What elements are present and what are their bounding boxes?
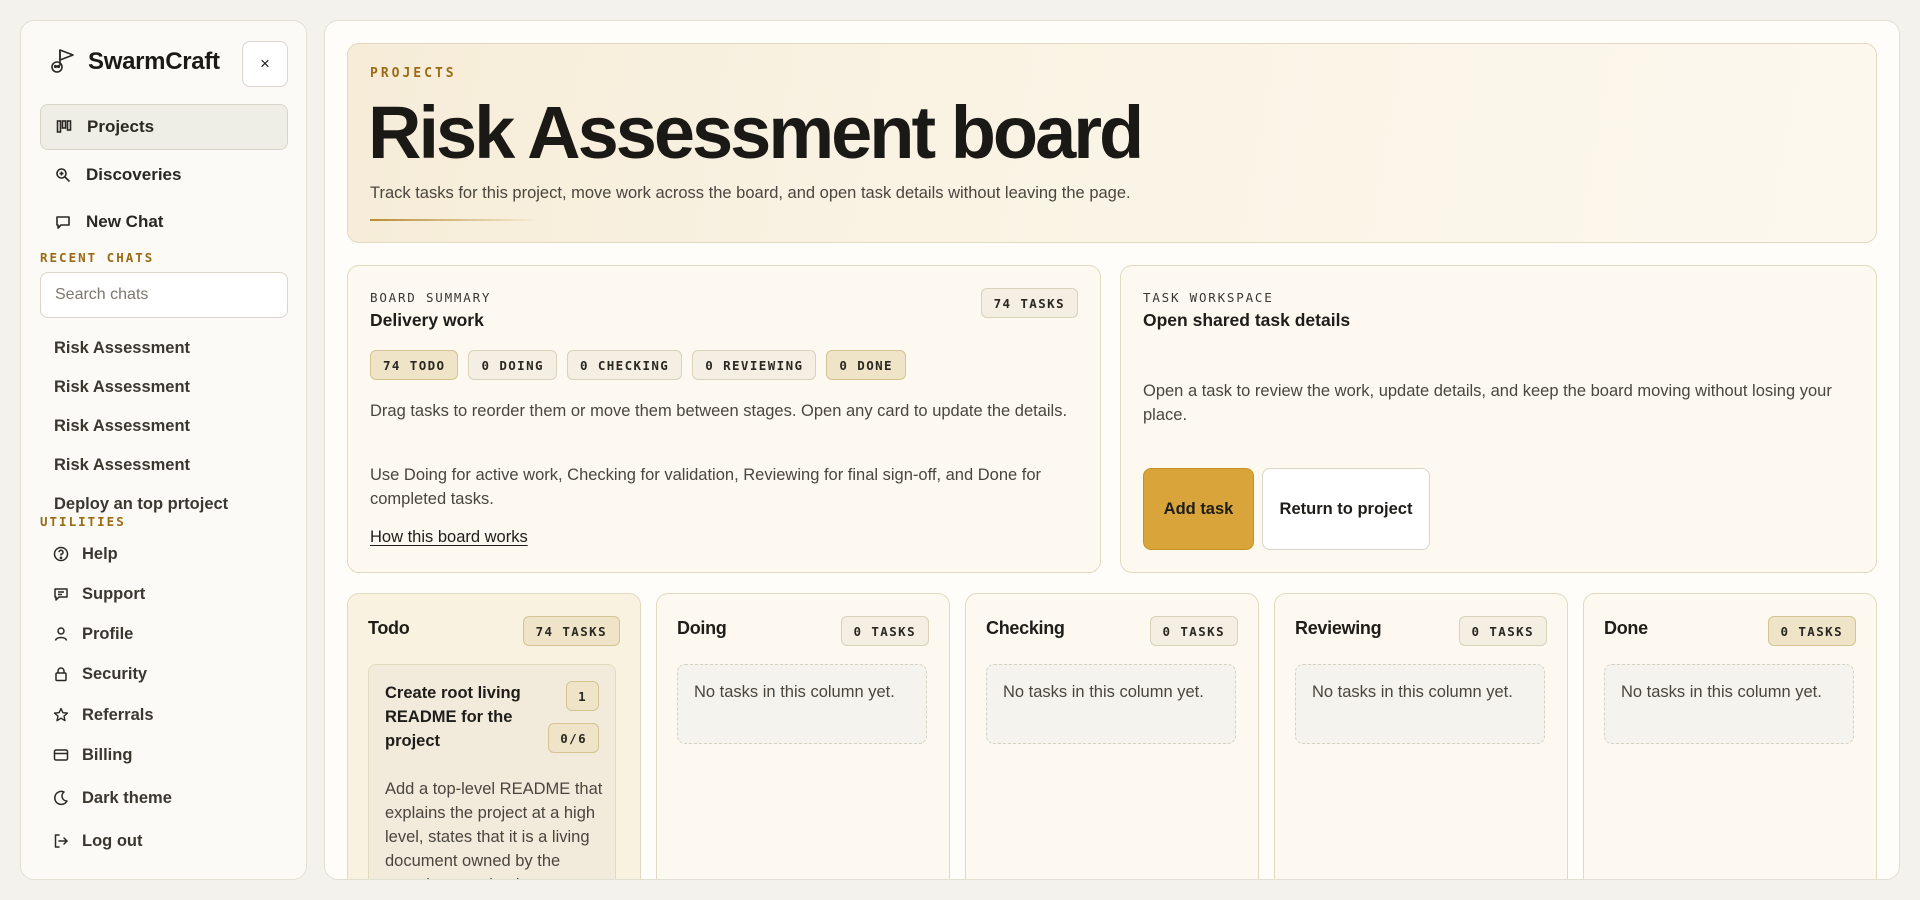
task-card[interactable]: Create root living README for the projec…	[368, 664, 616, 879]
chat-bubble-icon	[54, 214, 72, 230]
empty-column-placeholder: No tasks in this column yet.	[677, 664, 927, 744]
empty-column-placeholder: No tasks in this column yet.	[986, 664, 1236, 744]
workspace-title: Open shared task details	[1143, 310, 1351, 330]
stage-badge-checking: 0 CHECKING	[566, 350, 683, 380]
search-zoom-icon	[54, 167, 72, 183]
task-progress-badge: 0/6	[548, 723, 599, 753]
utility-label: Security	[82, 664, 148, 683]
summary-title: Delivery work	[370, 310, 484, 330]
close-icon: ×	[260, 54, 270, 73]
utility-help[interactable]: Help	[40, 534, 288, 574]
summary-eyebrow: BOARD SUMMARY	[370, 290, 492, 305]
recent-chats-label: RECENT CHATS	[40, 250, 155, 265]
column-checking: Checking 0 TASKS No tasks in this column…	[965, 593, 1259, 879]
stage-badge-doing: 0 DOING	[468, 350, 557, 380]
nav-new-chat[interactable]: New Chat	[40, 199, 288, 245]
task-description: Add a top-level README that explains the…	[385, 780, 603, 879]
column-reviewing: Reviewing 0 TASKS No tasks in this colum…	[1274, 593, 1568, 879]
summary-text: Drag tasks to reorder them or move them …	[370, 402, 1068, 420]
workspace-eyebrow: TASK WORKSPACE	[1143, 290, 1274, 305]
logout-icon	[52, 833, 70, 849]
utility-label: Support	[82, 584, 146, 603]
nav-projects-label: Projects	[87, 117, 155, 136]
help-circle-icon	[52, 546, 70, 562]
utility-label: Profile	[82, 624, 134, 643]
chat-item[interactable]: Risk Assessment	[40, 339, 288, 378]
hero-divider	[370, 219, 540, 221]
nav-projects[interactable]: Projects	[40, 104, 288, 150]
search-chats-input[interactable]	[40, 272, 288, 318]
column-todo: Todo 74 TASKS Create root living README …	[347, 593, 641, 879]
column-done: Done 0 TASKS No tasks in this column yet…	[1583, 593, 1877, 879]
nav-discoveries[interactable]: Discoveries	[40, 152, 288, 198]
stage-counts: 74 TODO 0 DOING 0 CHECKING 0 REVIEWING 0…	[370, 350, 906, 380]
utility-label: Dark theme	[82, 788, 172, 807]
column-count-badge: 0 TASKS	[840, 616, 929, 646]
logout-button[interactable]: Log out	[40, 821, 288, 861]
chat-item[interactable]: Risk Assessment	[40, 456, 288, 495]
brand[interactable]: SwarmCraft	[48, 41, 220, 83]
star-icon	[52, 707, 70, 723]
column-count-badge: 74 TASKS	[522, 616, 620, 646]
column-title: Reviewing	[1295, 618, 1382, 638]
stage-badge-reviewing: 0 REVIEWING	[692, 350, 817, 380]
utility-label: Billing	[82, 745, 133, 764]
utility-label: Log out	[82, 831, 143, 850]
utility-label: Referrals	[82, 705, 154, 724]
main-panel: PROJECTS Risk Assessment board Track tas…	[324, 20, 1900, 880]
moon-icon	[52, 790, 70, 806]
utility-profile[interactable]: Profile	[40, 614, 288, 654]
credit-card-icon	[52, 747, 70, 763]
summary-text: Use Doing for active work, Checking for …	[370, 466, 1042, 508]
utility-label: Help	[82, 544, 118, 563]
recent-chats-list: Risk Assessment Risk Assessment Risk Ass…	[40, 339, 288, 515]
sidebar: SwarmCraft × Projects Discoveries New Ch…	[20, 20, 307, 880]
column-title: Checking	[986, 618, 1065, 638]
task-workspace-card: TASK WORKSPACE Open shared task details …	[1120, 265, 1877, 573]
logo-icon	[48, 45, 78, 80]
column-count-badge: 0 TASKS	[1149, 616, 1238, 646]
nav-new-chat-label: New Chat	[86, 212, 164, 231]
utility-support[interactable]: Support	[40, 574, 288, 614]
hero-banner: PROJECTS Risk Assessment board Track tas…	[347, 43, 1877, 243]
utility-referrals[interactable]: Referrals	[40, 695, 288, 735]
stage-badge-todo: 74 TODO	[370, 350, 459, 380]
utilities-label: UTILITIES	[40, 514, 126, 529]
return-to-project-button[interactable]: Return to project	[1262, 468, 1430, 550]
column-doing: Doing 0 TASKS No tasks in this column ye…	[656, 593, 950, 879]
stage-badge-done: 0 DONE	[826, 350, 906, 380]
empty-column-placeholder: No tasks in this column yet.	[1295, 664, 1545, 744]
task-number-badge: 1	[566, 681, 599, 711]
message-square-icon	[52, 586, 70, 602]
chat-item[interactable]: Risk Assessment	[40, 378, 288, 417]
nav-discoveries-label: Discoveries	[86, 165, 182, 184]
utility-billing[interactable]: Billing	[40, 735, 288, 775]
empty-column-placeholder: No tasks in this column yet.	[1604, 664, 1854, 744]
page-subtitle: Track tasks for this project, move work …	[370, 184, 1131, 202]
add-task-button[interactable]: Add task	[1143, 468, 1254, 550]
total-tasks-badge: 74 TASKS	[980, 288, 1078, 318]
chat-item[interactable]: Risk Assessment	[40, 417, 288, 456]
column-title: Done	[1604, 618, 1648, 638]
column-count-badge: 0 TASKS	[1458, 616, 1547, 646]
board-summary-card: BOARD SUMMARY Delivery work 74 TASKS 74 …	[347, 265, 1101, 573]
kanban-icon	[55, 119, 73, 135]
user-icon	[52, 626, 70, 642]
hero-eyebrow: PROJECTS	[370, 66, 457, 81]
column-title: Todo	[368, 618, 410, 638]
workspace-text: Open a task to review the work, update d…	[1143, 382, 1832, 424]
close-sidebar-button[interactable]: ×	[242, 41, 288, 87]
dark-theme-toggle[interactable]: Dark theme	[40, 778, 288, 818]
column-title: Doing	[677, 618, 727, 638]
how-board-works-link[interactable]: How this board works	[370, 528, 528, 547]
chat-item[interactable]: Deploy an top prtoject	[40, 495, 288, 515]
utility-security[interactable]: Security	[40, 654, 288, 694]
app-name: SwarmCraft	[88, 48, 220, 75]
page-title: Risk Assessment board	[368, 91, 1144, 174]
lock-icon	[52, 666, 70, 682]
column-count-badge: 0 TASKS	[1767, 616, 1856, 646]
task-title: Create root living README for the projec…	[385, 684, 521, 750]
